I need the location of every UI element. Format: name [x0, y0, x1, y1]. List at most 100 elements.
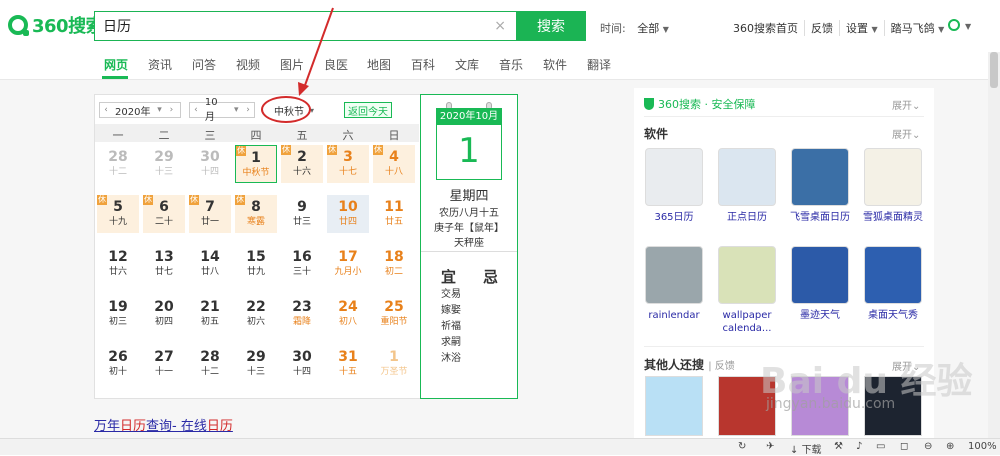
scrollbar[interactable] [988, 52, 1000, 438]
tab-music[interactable]: 音乐 [499, 56, 523, 73]
app-xuehu-elf[interactable]: 雪狐桌面精灵 [860, 148, 926, 224]
calendar-day[interactable]: 28 十二 [97, 145, 139, 183]
lunar-label: 十六 [292, 167, 311, 177]
screenshot-icon[interactable]: ▭ [876, 441, 885, 452]
app-desktop-weather[interactable]: 桌面天气秀 [860, 246, 926, 322]
calendar-day[interactable]: 12 廿六 [97, 245, 139, 283]
expand-link[interactable]: 展开⌄ [892, 97, 920, 112]
window-icon[interactable]: ◻ [900, 441, 908, 452]
calendar-day[interactable]: 24 初八 [327, 295, 369, 333]
next-year-icon[interactable]: › [165, 105, 177, 115]
tab-map[interactable]: 地图 [367, 56, 391, 73]
download-button[interactable]: ↓ 下载 [790, 441, 822, 456]
back-to-today-button[interactable]: 返回今天 [344, 102, 392, 118]
result-title-link[interactable]: 万年日历查询- 在线日历 [94, 415, 233, 434]
next-month-icon[interactable]: › [242, 105, 254, 115]
tab-wenku[interactable]: 文库 [455, 56, 479, 73]
tab-translate[interactable]: 翻译 [587, 56, 611, 73]
search-input[interactable]: 日历 × [94, 11, 516, 41]
app-zhengdian-calendar[interactable]: 正点日历 [714, 148, 780, 224]
sound-icon[interactable]: ♪ [856, 441, 862, 452]
calendar-day[interactable]: 6 二十 [143, 195, 185, 233]
pin-icon[interactable]: ✈ [766, 441, 774, 452]
calendar-day[interactable]: 21 初五 [189, 295, 231, 333]
tab-news[interactable]: 资讯 [148, 56, 172, 73]
calendar-day[interactable]: 14 廿八 [189, 245, 231, 283]
prev-month-icon[interactable]: ‹ [190, 105, 202, 115]
day-number: 5 [113, 199, 123, 215]
day-number: 22 [246, 299, 266, 315]
lunar-label: 廿三 [292, 217, 311, 227]
tab-doctor[interactable]: 良医 [324, 56, 348, 73]
calendar-day[interactable]: 30 十四 [281, 345, 323, 383]
calendar-day[interactable]: 1 万圣节 [373, 345, 415, 383]
yi-item: 沐浴 [441, 353, 461, 364]
calendar-day[interactable]: 4 十八 [373, 145, 415, 183]
calendar-day[interactable]: 20 初四 [143, 295, 185, 333]
settings-link[interactable]: 设置 ▼ [839, 20, 884, 36]
calendar-day[interactable]: 3 十七 [327, 145, 369, 183]
clear-icon[interactable]: × [494, 18, 506, 34]
weekday-label: 一 [112, 129, 124, 142]
user-link[interactable]: 踏马飞鸽 ▼ [883, 20, 951, 36]
chevron-down-icon: ▾ [233, 105, 239, 115]
calendar-day[interactable]: 1 中秋节 [235, 145, 277, 183]
calendar-day[interactable]: 18 初二 [373, 245, 415, 283]
calendar-day[interactable]: 13 廿七 [143, 245, 185, 283]
app-wallpaper-calendar[interactable]: wallpaper calenda... [714, 246, 780, 335]
tab-qa[interactable]: 问答 [192, 56, 216, 73]
calendar-day[interactable]: 10 廿四 [327, 195, 369, 233]
safety-badge[interactable]: 360搜索 · 安全保障 [644, 96, 756, 112]
calendar-day[interactable]: 2 十六 [281, 145, 323, 183]
calendar-day[interactable]: 17 九月小 [327, 245, 369, 283]
month-select[interactable]: ‹ 10月 ▾ › [189, 97, 255, 123]
calendar-day[interactable]: 28 十二 [189, 345, 231, 383]
expand-link[interactable]: 展开⌄ [892, 126, 920, 141]
calendar-day[interactable]: 30 十四 [189, 145, 231, 183]
day-number: 26 [108, 349, 128, 365]
zoom-level[interactable]: 100% [968, 441, 997, 452]
calendar-day[interactable]: 26 初十 [97, 345, 139, 383]
calendar-day[interactable]: 22 初六 [235, 295, 277, 333]
calendar-day[interactable]: 27 十一 [143, 345, 185, 383]
calendar-day[interactable]: 11 廿五 [373, 195, 415, 233]
calendar-day[interactable]: 29 十三 [235, 345, 277, 383]
home-link[interactable]: 360搜索首页 [733, 20, 804, 36]
calendar-day[interactable]: 23 霜降 [281, 295, 323, 333]
calendar-day[interactable]: 19 初三 [97, 295, 139, 333]
scrollbar-thumb[interactable] [990, 52, 998, 88]
feedback-link[interactable]: 反馈 [804, 20, 839, 36]
tools-icon[interactable]: ⚒ [834, 441, 843, 452]
calendar-day[interactable]: 31 十五 [327, 345, 369, 383]
calendar-day[interactable]: 5 十九 [97, 195, 139, 233]
prev-year-icon[interactable]: ‹ [100, 105, 112, 115]
time-filter-value: 全部 [637, 22, 660, 35]
calendar-day[interactable]: 8 寒露 [235, 195, 277, 233]
app-365-calendar[interactable]: 365日历 [641, 148, 707, 224]
avatar-icon[interactable] [948, 19, 960, 31]
tab-baike[interactable]: 百科 [411, 56, 435, 73]
app-moji-weather[interactable]: 墨迹天气 [787, 246, 853, 322]
app-feixue-calendar[interactable]: 飞雪桌面日历 [787, 148, 853, 224]
calendar-day[interactable]: 25 重阳节 [373, 295, 415, 333]
others-feedback-link[interactable]: | 反馈 [708, 361, 735, 372]
related-thumbnail[interactable] [645, 376, 703, 436]
tab-images[interactable]: 图片 [280, 56, 304, 73]
user-name: 踏马飞鸽 [890, 22, 935, 35]
tab-video[interactable]: 视频 [236, 56, 260, 73]
calendar-day[interactable]: 9 廿三 [281, 195, 323, 233]
calendar-day[interactable]: 16 三十 [281, 245, 323, 283]
tab-software[interactable]: 软件 [543, 56, 567, 73]
zoom-out-icon[interactable]: ⊖ [924, 441, 932, 452]
zoom-in-icon[interactable]: ⊕ [946, 441, 954, 452]
app-rainlendar[interactable]: rainlendar [641, 246, 707, 322]
refresh-icon[interactable]: ↻ [738, 441, 746, 452]
year-select[interactable]: ‹ 2020年 ▾ › [99, 102, 181, 118]
calendar-day[interactable]: 29 十三 [143, 145, 185, 183]
search-button[interactable]: 搜索 [516, 11, 586, 41]
time-filter[interactable]: 时间: 全部 ▼ [600, 20, 669, 36]
tab-web[interactable]: 网页 [104, 56, 128, 73]
calendar-day[interactable]: 7 廿一 [189, 195, 231, 233]
logo[interactable]: 360搜索 [8, 12, 104, 38]
calendar-day[interactable]: 15 廿九 [235, 245, 277, 283]
